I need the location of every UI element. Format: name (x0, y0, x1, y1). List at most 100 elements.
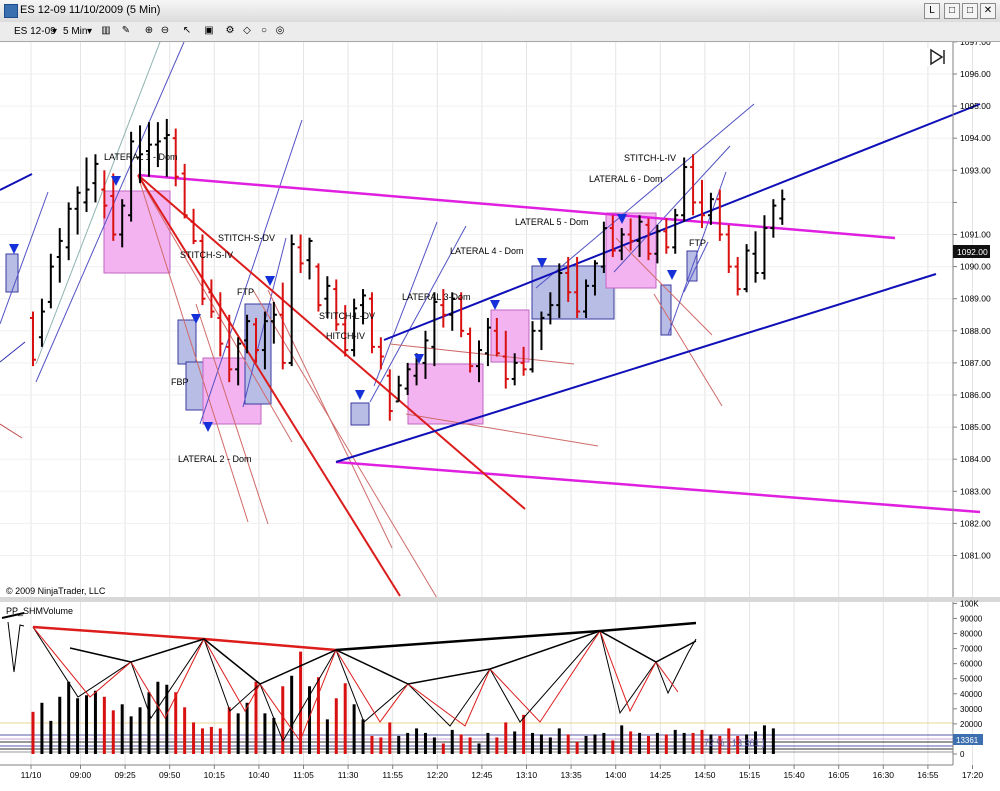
chart-area[interactable]: LATERAL 1 - Dom STITCH-S-IV STITCH-S-DV … (0, 5, 1000, 788)
scroll-to-end-icon[interactable] (927, 48, 947, 66)
time-tick-label: 16:05 (828, 770, 850, 780)
volume-tick-label: 90000 (960, 614, 983, 623)
price-tick-label: 1089.00 (960, 294, 991, 304)
volume-tick-label: 60000 (960, 660, 983, 669)
data-box-icon[interactable]: ▣ (203, 25, 215, 37)
refresh-icon[interactable]: ◎ (274, 25, 286, 37)
time-axis: 11/10 09:00 09:25 09:50 10:15 10:40 11:05 11:30… (21, 765, 984, 780)
price-tick-label: 1082.00 (960, 518, 991, 528)
interval-dropdown-icon[interactable]: ▾ (87, 25, 92, 38)
maximize-button[interactable]: □ (962, 3, 978, 19)
chart-toolbar: ES 12-09 ▾ 5 Min ▾ ▥ ✎ ⊕ ⊖ ↖ ▣ ⚙ ◇ ○ ◎ (0, 22, 1000, 42)
price-tick-label: 1086.00 (960, 390, 991, 400)
price-tick-label: 1091.00 (960, 230, 991, 240)
annotation-label: FTP (689, 238, 706, 248)
price-tick-label: 1096.00 (960, 69, 991, 79)
annotation-label: LATERAL 1 - Dom (104, 152, 178, 162)
time-tick-label: 15:15 (739, 770, 761, 780)
panel-splitter[interactable] (0, 597, 1000, 602)
annotation-label: LATERAL 3-Dom (402, 292, 471, 302)
annotation-label: LATERAL 5 - Dom (515, 217, 589, 227)
time-tick-label: 14:25 (650, 770, 672, 780)
annotation-label: FBP (171, 377, 189, 387)
time-tick-label: 16:30 (873, 770, 895, 780)
link-button[interactable]: L (924, 3, 940, 19)
volume-tick-label: 40000 (960, 690, 983, 699)
time-tick-label: 12:20 (427, 770, 449, 780)
annotation-label: LATERAL 6 - Dom (589, 174, 663, 184)
strategies-icon[interactable]: ◇ (241, 25, 253, 37)
time-tick-label: 13:10 (516, 770, 538, 780)
zoom-out-icon[interactable]: ⊖ (159, 25, 171, 37)
lateral-5-zone (531, 265, 615, 320)
price-tick-label: 1097.00 (960, 42, 991, 47)
time-tick-label: 12:45 (471, 770, 493, 780)
instrument-dropdown-icon[interactable]: ▾ (52, 25, 57, 38)
interval-selector[interactable]: 5 Min (63, 25, 87, 38)
time-tick-label: 17:20 (962, 770, 984, 780)
volume-tick-label: 70000 (960, 645, 983, 654)
close-button[interactable]: ✕ (980, 3, 996, 19)
copyright-text: © 2009 NinjaTrader, LLC (6, 586, 106, 596)
instrument-selector[interactable]: ES 12-09 (14, 25, 56, 38)
price-and-volume-chart[interactable]: LATERAL 1 - Dom STITCH-S-IV STITCH-S-DV … (0, 5, 1000, 788)
time-tick-label: 16:55 (917, 770, 939, 780)
volume-marker-label: 72 % [ 13 361 ] (704, 738, 765, 748)
window-title: ES 12-09 11/10/2009 (5 Min) (20, 4, 161, 16)
last-price-label: 1092.00 (957, 247, 988, 257)
time-tick-label: 15:40 (783, 770, 805, 780)
volume-current-label: 13361 (956, 736, 979, 745)
annotation-label: STITCH-L-DV (319, 311, 375, 321)
price-tick-label: 1088.00 (960, 326, 991, 336)
left-zone (5, 253, 19, 293)
lateral-3-zone (407, 363, 484, 425)
app-icon (4, 4, 18, 18)
volume-tick-label: 50000 (960, 675, 983, 684)
price-tick-label: 1083.00 (960, 486, 991, 496)
last-price-marker: 1092.00 (953, 245, 990, 258)
price-tick-label: 1093.00 (960, 165, 991, 175)
time-tick-label: 11/10 (21, 770, 42, 780)
price-axis: 1081.00 1082.00 1083.00 1084.00 1085.00 1086.… (953, 5, 991, 561)
properties-icon[interactable]: ○ (258, 25, 270, 37)
annotation-label: HITCH-IV (326, 331, 365, 341)
price-panel (0, 42, 953, 597)
time-tick-label: 11:05 (293, 770, 314, 780)
volume-tick-label: 20000 (960, 720, 983, 729)
drawing-tool-icon[interactable]: ✎ (120, 25, 132, 37)
volume-tick-label: 30000 (960, 705, 983, 714)
time-tick-label: 14:00 (605, 770, 627, 780)
price-tick-label: 1087.00 (960, 358, 991, 368)
price-tick-label: 1081.00 (960, 551, 991, 561)
price-tick-label: 1094.00 (960, 133, 991, 143)
price-tick-label: 1085.00 (960, 422, 991, 432)
volume-panel (0, 602, 953, 765)
price-tick-label: 1095.00 (960, 101, 991, 111)
annotation-label: LATERAL 2 - Dom (178, 454, 252, 464)
volume-tick-label: 100K (960, 599, 979, 608)
annotation-label: STITCH-S-DV (218, 233, 275, 243)
time-tick-label: 09:00 (70, 770, 92, 780)
volume-tick-label: 0 (960, 750, 965, 759)
minimize-button[interactable]: □ (944, 3, 960, 19)
price-tick-label: 1090.00 (960, 262, 991, 272)
annotation-label: LATERAL 4 - Dom (450, 246, 524, 256)
time-tick-label: 11:30 (338, 770, 359, 780)
time-tick-label: 11:55 (382, 770, 403, 780)
indicators-icon[interactable]: ⚙ (224, 25, 236, 37)
time-tick-label: 14:50 (694, 770, 716, 780)
window-title-bar: ES 12-09 11/10/2009 (5 Min) L □ □ ✕ (0, 0, 1000, 23)
volume-current-marker: 13361 (953, 734, 983, 745)
bar-type-icon[interactable]: ▥ (100, 25, 112, 37)
annotation-label: STITCH-S-IV (180, 250, 233, 260)
time-tick-label: 13:35 (560, 770, 582, 780)
annotation-label: STITCH-L-IV (624, 153, 676, 163)
cursor-icon[interactable]: ↖ (181, 25, 193, 37)
volume-tick-label: 80000 (960, 630, 983, 639)
time-tick-label: 09:25 (114, 770, 136, 780)
hitch-iv-zone (350, 402, 370, 426)
time-tick-label: 10:40 (248, 770, 270, 780)
zoom-in-icon[interactable]: ⊕ (143, 25, 155, 37)
price-tick-label: 1084.00 (960, 454, 991, 464)
annotation-label: FTP (237, 287, 254, 297)
